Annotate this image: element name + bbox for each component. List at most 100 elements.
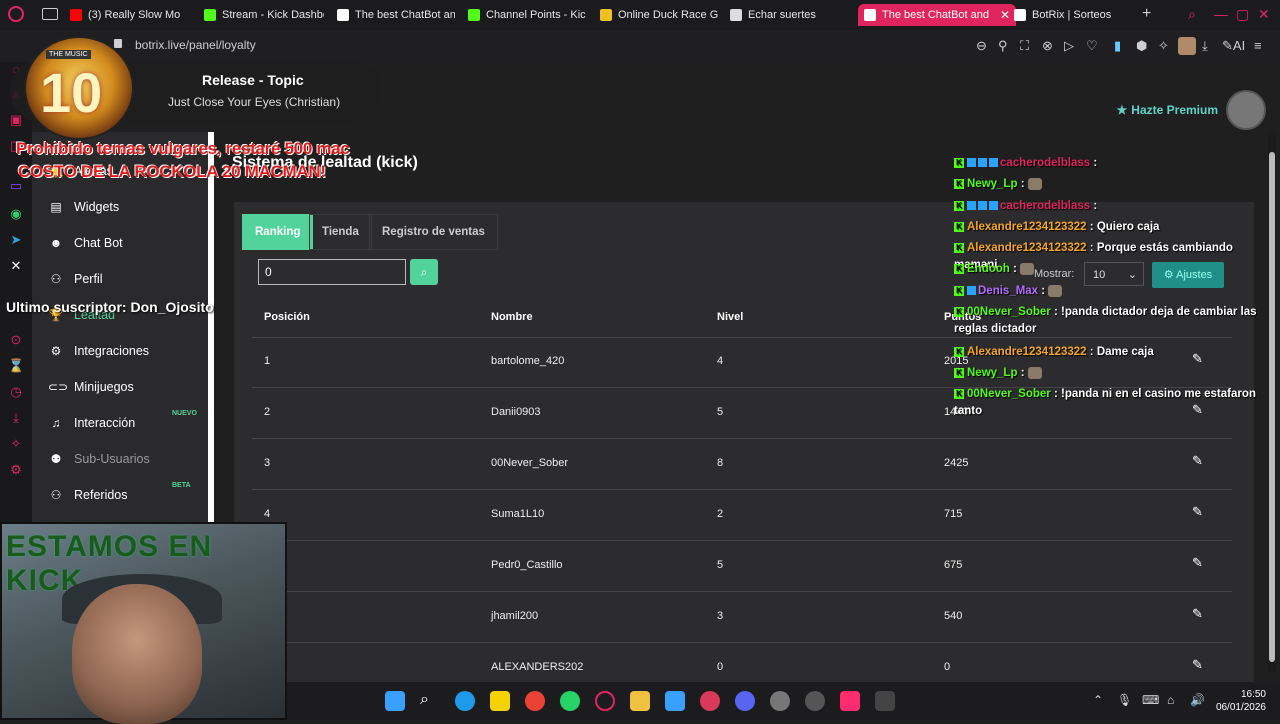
browser-tab[interactable]: Stream - Kick Dashbo [204, 4, 324, 26]
menu-icon[interactable]: ≡ [1254, 38, 1262, 53]
user-badge-icon [967, 201, 976, 211]
edit-icon[interactable]: ✎ [1192, 555, 1203, 571]
tab-overview-icon[interactable] [42, 8, 58, 20]
volume-icon[interactable]: 🔊 [1190, 693, 1205, 707]
tab-ranking[interactable]: Ranking [242, 214, 314, 250]
sidebar-item-integrations[interactable]: ⚙ Integraciones [48, 344, 149, 358]
start-icon[interactable] [385, 691, 405, 711]
chat-username[interactable]: Alexandre1234123322 [967, 346, 1087, 358]
mic-icon[interactable]: 🎙 [1117, 693, 1132, 707]
url-text[interactable]: botrix.live/panel/loyalty [135, 38, 256, 52]
opera-logo-icon[interactable] [8, 6, 24, 22]
browser-tab[interactable]: (3) Really Slow Mo [70, 4, 188, 26]
pin-icon[interactable]: ⚲ [998, 38, 1008, 54]
telegram-icon[interactable]: ➤ [8, 232, 24, 248]
tab-shop[interactable]: Tienda [309, 214, 372, 250]
tiktok-icon[interactable] [840, 691, 860, 711]
chat-username[interactable]: 00Never_Sober [967, 306, 1051, 318]
close-tab-icon[interactable]: ✕ [1000, 8, 1010, 22]
browser-tab[interactable]: Channel Points - Kick [468, 4, 586, 26]
browser-tab[interactable]: BotRix | Sorteos [1014, 4, 1122, 26]
chat-username[interactable]: Alexandre1234123322 [967, 242, 1087, 254]
edit-icon[interactable]: ✎ [1192, 504, 1203, 520]
chrome-icon[interactable] [525, 691, 545, 711]
maximize-button[interactable]: ▢ [1236, 6, 1249, 23]
discord-icon[interactable] [735, 691, 755, 711]
search-button[interactable]: ⌕ [410, 259, 438, 285]
chat-username[interactable]: Newy_Lp [967, 178, 1018, 190]
zoom-icon[interactable]: ⊖ [976, 38, 987, 54]
notes-icon[interactable] [490, 691, 510, 711]
downloads-icon[interactable]: ⤓ [8, 410, 24, 426]
extensions-icon[interactable]: ✧ [8, 436, 24, 452]
opera-icon[interactable] [595, 691, 615, 711]
browser-tab[interactable]: The best ChatBot and ✕ [858, 4, 1016, 26]
browser-tab[interactable]: Echar suertes [730, 4, 820, 26]
tab-sales-log[interactable]: Registro de ventas [369, 214, 498, 250]
history-icon[interactable]: ◷ [8, 384, 24, 400]
chat-username[interactable]: cacherodelblass [1000, 157, 1090, 169]
browser-tab[interactable]: The best ChatBot and [337, 4, 455, 26]
whatsapp-icon[interactable]: ◉ [8, 206, 24, 222]
sidebar-item-users[interactable]: ⚉ Sub-Usuarios [48, 452, 150, 466]
extension-2-icon[interactable]: ⬢ [1136, 38, 1147, 54]
network-icon[interactable]: ⌂ [1167, 693, 1174, 707]
sidebar-item-robot[interactable]: ☻ Chat Bot [48, 236, 123, 250]
search-input[interactable]: 0 [258, 259, 406, 285]
snapshot-icon[interactable]: ⛶ [1020, 38, 1029, 54]
cell-name: jhamil200 [491, 610, 539, 622]
heart-icon[interactable]: ♡ [1086, 38, 1098, 54]
chat-username[interactable]: Endooh [967, 263, 1010, 275]
col-name[interactable]: Nombre [491, 311, 533, 323]
edit-icon[interactable]: ✎ [1192, 606, 1203, 622]
new-tab-button[interactable]: + [1142, 5, 1151, 23]
vpn-icon[interactable]: ⌛ [8, 358, 24, 374]
ai-icon[interactable]: ✎AI [1222, 38, 1245, 54]
app-icon[interactable] [875, 691, 895, 711]
edit-icon[interactable]: ✎ [1192, 453, 1203, 469]
extensions-icon[interactable]: ✧ [1158, 38, 1169, 54]
sidebar-item-widgets[interactable]: ▤ Widgets [48, 200, 119, 214]
sidebar-item-gamepad[interactable]: ⊂⊃ Minijuegos [48, 380, 134, 394]
search-tabs-icon[interactable]: ⌕ [1188, 6, 1196, 23]
col-position[interactable]: Posición [264, 311, 310, 323]
chat-username[interactable]: 00Never_Sober [967, 388, 1051, 400]
tab-favicon-icon [600, 9, 612, 21]
x-icon[interactable]: ✕ [8, 258, 24, 274]
user-avatar[interactable] [1226, 90, 1266, 130]
pinboard-icon[interactable]: ⊙ [8, 332, 24, 348]
tray-chevron-icon[interactable]: ⌃ [1093, 693, 1103, 707]
profile-avatar[interactable] [1178, 37, 1196, 55]
sidebar-item-user[interactable]: ⚇ Perfil [48, 272, 103, 286]
close-window-button[interactable]: ✕ [1258, 6, 1270, 23]
play-icon[interactable]: ▷ [1064, 38, 1074, 54]
extension-1-icon[interactable]: ▮ [1114, 38, 1121, 54]
keyboard-icon[interactable]: ⌨ [1142, 693, 1159, 707]
sidebar-scrollbar[interactable] [208, 132, 214, 522]
minimize-button[interactable]: — [1214, 6, 1228, 22]
store-icon[interactable] [665, 691, 685, 711]
obs-icon[interactable] [805, 691, 825, 711]
settings-icon[interactable]: ⚙ [8, 462, 24, 478]
sidebar-item-label: Interacción [74, 416, 136, 430]
edge-icon[interactable] [455, 691, 475, 711]
browser-tab[interactable]: Online Duck Race Ga [600, 4, 718, 26]
col-level[interactable]: Nivel [717, 311, 743, 323]
chat-username[interactable]: Denis_Max [978, 285, 1038, 297]
table-row: 3 00Never_Sober 8 2425 ✎ [252, 439, 1232, 490]
chat-username[interactable]: Newy_Lp [967, 367, 1018, 379]
opera-gx-icon[interactable] [700, 691, 720, 711]
whatsapp-icon[interactable] [560, 691, 580, 711]
streaming-app-icon[interactable] [770, 691, 790, 711]
premium-button[interactable]: ★ Hazte Premium [1117, 103, 1218, 117]
chat-username[interactable]: cacherodelblass [1000, 200, 1090, 212]
edit-icon[interactable]: ✎ [1192, 657, 1203, 673]
adblock-icon[interactable]: ⊗ [1042, 38, 1053, 54]
chat-username[interactable]: Alexandre1234123322 [967, 221, 1087, 233]
sidebar-item-music[interactable]: ♫ Interacción [48, 416, 136, 430]
sidebar-item-referrals[interactable]: ⚇ Referidos [48, 488, 128, 502]
file-explorer-icon[interactable] [630, 691, 650, 711]
system-clock[interactable]: 16:50 06/01/2026 [1216, 688, 1266, 714]
download-icon[interactable]: ⤓ [1202, 38, 1208, 54]
search-icon[interactable]: ⌕ [420, 691, 440, 711]
